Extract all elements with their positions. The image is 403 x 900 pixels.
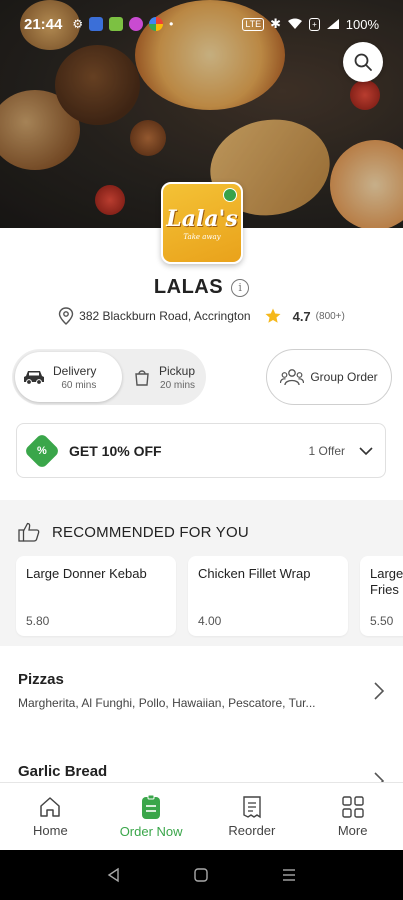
item-name: Large Fries — [370, 566, 403, 597]
chevron-down-icon — [359, 446, 373, 455]
location-pin-icon — [58, 307, 74, 325]
app-notification-icon — [129, 17, 144, 31]
status-bar: 21:44 ⚙ • LTE ✱ + 100% — [0, 0, 403, 48]
item-price: 4.00 — [198, 614, 222, 628]
notification-icons: ⚙ • — [72, 17, 173, 31]
receipt-icon — [243, 796, 261, 819]
grid-icon — [341, 796, 364, 818]
item-name: Chicken Fillet Wrap — [198, 566, 311, 581]
offer-count: 1 Offer — [308, 443, 345, 458]
category-title: Garlic Bread — [18, 763, 108, 780]
pickup-time: 20 mins — [160, 379, 196, 391]
home-icon — [40, 797, 61, 817]
group-icon — [280, 369, 305, 386]
signal-icon — [326, 19, 339, 29]
system-status: LTE ✱ + 100% — [242, 16, 379, 32]
order-icon — [142, 794, 161, 819]
address-row: 382 Blackburn Road, Accrington 4.7 (800+… — [0, 307, 403, 325]
nav-more[interactable]: More — [302, 783, 403, 850]
store-name-row: LALAS i — [0, 276, 403, 299]
item-name: Large Donner Kebab — [26, 566, 147, 581]
shopping-bag-icon — [135, 370, 149, 386]
recommended-carousel[interactable]: Large Donner Kebab 5.80 Chicken Fillet W… — [16, 556, 403, 636]
category-description: Margherita, Al Funghi, Pollo, Hawaiian, … — [18, 696, 316, 710]
search-button[interactable] — [343, 42, 383, 82]
store-logo: Lala's Take away — [161, 182, 243, 264]
battery-percent: 100% — [345, 16, 379, 32]
car-icon — [24, 371, 44, 385]
settings-icon: ⚙ — [72, 17, 84, 31]
nav-home[interactable]: Home — [0, 783, 101, 850]
logo-badge-icon — [223, 188, 237, 202]
bottom-navigation: Home Order Now Reorder More — [0, 782, 403, 850]
chevron-right-icon — [374, 682, 385, 700]
recommended-title: RECOMMENDED FOR YOU — [52, 523, 249, 541]
logo-text: Lala's — [166, 205, 238, 232]
group-order-button[interactable]: Group Order — [266, 349, 392, 405]
nav-reorder[interactable]: Reorder — [202, 783, 303, 850]
status-time: 21:44 — [24, 15, 63, 33]
recommended-section: RECOMMENDED FOR YOU Large Donner Kebab 5… — [0, 500, 403, 646]
delivery-label: Delivery — [53, 363, 97, 378]
delivery-mode-toggle: Delivery 60 mins Pickup 20 mins — [12, 349, 206, 405]
recommended-header: RECOMMENDED FOR YOU — [18, 522, 249, 542]
battery-saver-icon: + — [309, 17, 320, 31]
offer-banner[interactable]: % GET 10% OFF 1 Offer — [16, 423, 386, 478]
nav-label: Reorder — [228, 823, 276, 838]
store-name: LALAS — [153, 276, 224, 298]
pickup-option[interactable]: Pickup 20 mins — [125, 352, 205, 402]
delivery-option[interactable]: Delivery 60 mins — [15, 352, 122, 402]
back-icon[interactable] — [106, 867, 122, 883]
delivery-time: 60 mins — [61, 379, 97, 391]
star-icon — [265, 308, 281, 323]
system-navigation-bar — [0, 850, 403, 900]
discount-badge-icon: % — [23, 432, 61, 469]
info-icon[interactable]: i — [231, 278, 250, 297]
nav-order-now[interactable]: Order Now — [101, 783, 202, 850]
wifi-icon — [288, 18, 303, 29]
app-notification-icon — [89, 17, 104, 31]
offer-title: GET 10% OFF — [69, 442, 162, 459]
item-price: 5.80 — [26, 614, 50, 628]
category-title: Pizzas — [18, 671, 64, 688]
vibrate-icon: ✱ — [270, 16, 282, 31]
item-price: 5.50 — [370, 614, 394, 628]
recommended-item-card[interactable]: Large Donner Kebab 5.80 — [16, 556, 176, 636]
logo-subtext: Take away — [183, 232, 221, 241]
rating-count: (800+) — [315, 310, 345, 322]
search-icon — [354, 53, 372, 71]
pickup-label: Pickup — [159, 363, 196, 378]
lte-icon: LTE — [242, 17, 265, 31]
recommended-item-card[interactable]: Chicken Fillet Wrap 4.00 — [188, 556, 348, 636]
thumbs-up-icon — [18, 522, 40, 542]
category-pizzas[interactable]: Pizzas Margherita, Al Funghi, Pollo, Haw… — [0, 671, 403, 710]
android-icon — [109, 17, 124, 31]
dot-icon: • — [169, 17, 174, 31]
category-garlic-bread[interactable]: Garlic Bread — [0, 763, 403, 790]
nav-label: More — [337, 823, 368, 838]
recents-icon[interactable] — [281, 867, 297, 883]
chrome-icon — [149, 17, 164, 31]
group-order-label: Group Order — [310, 370, 378, 384]
recommended-item-card[interactable]: Large Fries 5.50 — [360, 556, 403, 636]
discount-badge-symbol: % — [37, 444, 47, 457]
nav-label: Order Now — [119, 824, 183, 839]
store-address: 382 Blackburn Road, Accrington — [79, 309, 251, 323]
home-button-icon[interactable] — [193, 867, 209, 883]
rating-value: 4.7 — [292, 308, 311, 324]
nav-label: Home — [33, 823, 68, 838]
